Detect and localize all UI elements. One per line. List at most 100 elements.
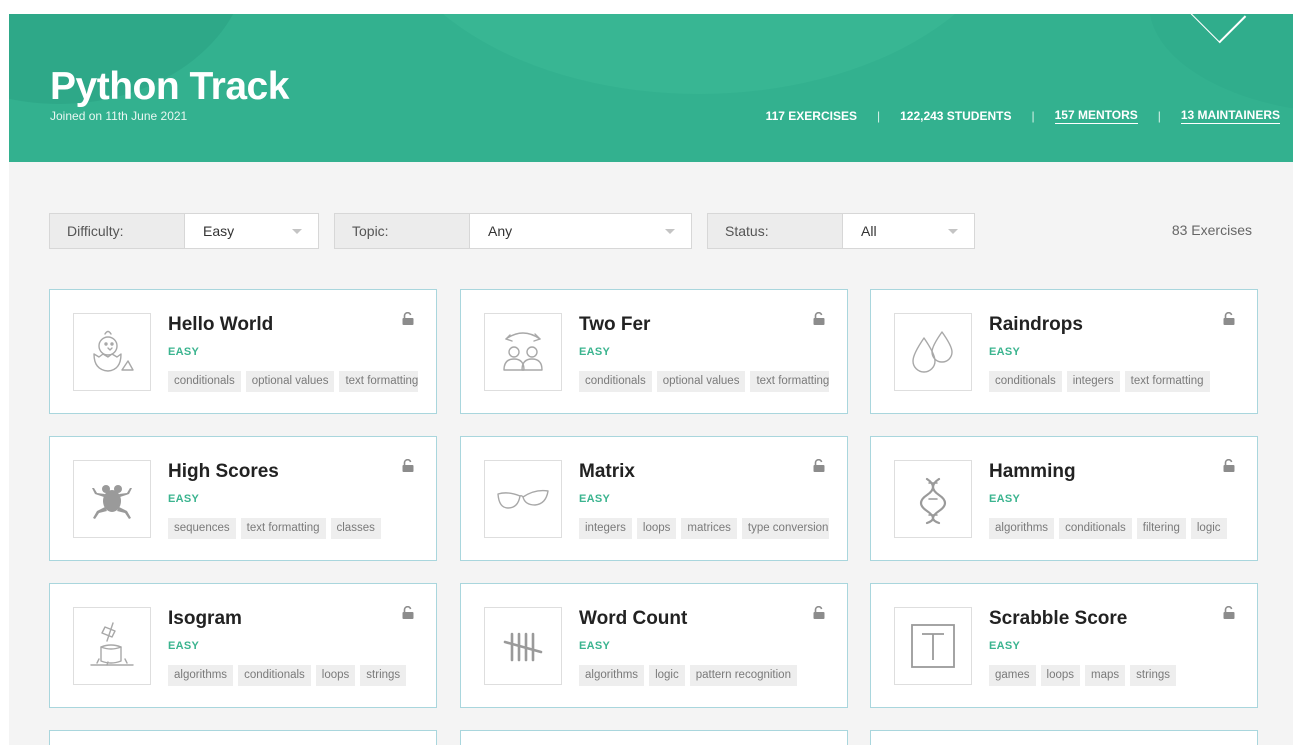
topic-tag: sequences [168, 518, 236, 539]
topic-tag: conditionals [1059, 518, 1132, 539]
topic-tag: conditionals [238, 665, 311, 686]
tag-list: algorithms conditionals filtering logic [989, 518, 1239, 540]
exercises-stat: 117 EXERCISES [765, 109, 857, 123]
difficulty-badge: EASY [989, 346, 1021, 358]
unlocked-padlock-icon [402, 311, 414, 330]
stat-separator: | [1031, 109, 1035, 123]
topic-select[interactable]: Any [470, 214, 691, 248]
exercise-card[interactable]: Two Fer EASY conditionals optional values… [460, 289, 848, 414]
status-filter-label: Status: [708, 214, 843, 248]
difficulty-filter-label: Difficulty: [50, 214, 185, 248]
topic-tag: optional values [656, 371, 746, 392]
maintainers-link[interactable]: 13 MAINTAINERS [1180, 108, 1280, 124]
topic-tag: loops [636, 518, 677, 539]
exercise-title: Isogram [168, 608, 242, 629]
chevron-down-icon [948, 228, 958, 234]
exercise-card[interactable]: Word Count EASY algorithms logic pattern r… [460, 583, 848, 708]
exercise-card[interactable]: Isogram EASY algorithms conditionals loops… [49, 583, 437, 708]
difficulty-badge: EASY [579, 493, 611, 505]
difficulty-badge: EASY [579, 640, 611, 652]
dna-icon [894, 460, 972, 538]
topic-tag: algorithms [989, 518, 1055, 539]
exercise-card[interactable]: Matrix EASY integers loops matrices type co… [460, 436, 848, 561]
unlocked-padlock-icon [1223, 458, 1235, 477]
exercise-count: 83 Exercises [1171, 222, 1252, 238]
difficulty-select-value: Easy [203, 223, 235, 239]
tag-list: integers loops matrices type conversion [579, 518, 829, 540]
tag-list: games loops maps strings [989, 665, 1239, 687]
unlocked-padlock-icon [402, 458, 414, 477]
joined-date: Joined on 11th June 2021 [50, 109, 188, 123]
exercise-card[interactable] [460, 730, 848, 745]
topic-tag: text formatting [339, 371, 418, 392]
exercise-card[interactable]: High Scores EASY sequences text formattin… [49, 436, 437, 561]
difficulty-badge: EASY [989, 493, 1021, 505]
topic-tag: type conversion [741, 518, 829, 539]
unlocked-padlock-icon [813, 605, 825, 624]
tag-list: conditionals optional values text formatti… [168, 371, 418, 393]
chick-icon [73, 313, 151, 391]
tag-list: algorithms logic pattern recognition [579, 665, 829, 687]
exercise-title: Hamming [989, 461, 1076, 482]
glasses-icon [484, 460, 562, 538]
exercise-title: High Scores [168, 461, 279, 482]
topic-tag: integers [579, 518, 632, 539]
exercise-title: Matrix [579, 461, 635, 482]
unlocked-padlock-icon [813, 458, 825, 477]
topic-tag: loops [315, 665, 356, 686]
difficulty-select[interactable]: Easy [185, 214, 318, 248]
tag-list: conditionals integers text formatting [989, 371, 1239, 393]
difficulty-badge: EASY [168, 640, 200, 652]
status-select[interactable]: All [843, 214, 974, 248]
topic-tag: conditionals [168, 371, 241, 392]
topic-tag: logic [649, 665, 685, 686]
stat-separator: | [876, 109, 881, 123]
topic-tag: pattern recognition [689, 665, 797, 686]
topic-tag: algorithms [168, 665, 234, 686]
track-page: Python Track Joined on 11th June 2021 11… [9, 14, 1293, 745]
mentors-link[interactable]: 157 MENTORS [1054, 108, 1138, 124]
chevron-down-icon [665, 228, 675, 234]
topic-tag: games [989, 665, 1036, 686]
topic-tag: strings [360, 665, 407, 686]
topic-tag: strings [1130, 665, 1177, 686]
topic-tag: loops [1040, 665, 1081, 686]
difficulty-badge: EASY [168, 346, 200, 358]
topic-tag: conditionals [579, 371, 652, 392]
page-title: Python Track [50, 65, 289, 108]
tally-marks-icon [484, 607, 562, 685]
tag-list: conditionals optional values text formatti… [579, 371, 829, 393]
raindrops-icon [894, 313, 972, 391]
topic-tag: conditionals [989, 371, 1062, 392]
axe-stump-icon [73, 607, 151, 685]
exercise-title: Word Count [579, 608, 688, 629]
tag-list: sequences text formatting classes [168, 518, 418, 540]
topic-tag: logic [1190, 518, 1227, 539]
difficulty-filter: Difficulty: Easy [49, 213, 319, 249]
topic-tag: classes [330, 518, 381, 539]
exercise-title: Two Fer [579, 314, 651, 335]
topic-tag: matrices [681, 518, 737, 539]
exercise-card[interactable]: Hamming EASY algorithms conditionals filte… [870, 436, 1258, 561]
exercise-title: Hello World [168, 314, 274, 335]
topic-tag: optional values [245, 371, 335, 392]
track-stats: 117 EXERCISES | 122,243 STUDENTS | 157 M… [766, 108, 1280, 124]
students-stat: 122,243 STUDENTS [900, 109, 1012, 123]
difficulty-badge: EASY [989, 640, 1021, 652]
difficulty-badge: EASY [168, 493, 200, 505]
exercise-card[interactable]: Scrabble Score EASY games loops maps string… [870, 583, 1258, 708]
topic-tag: maps [1085, 665, 1126, 686]
chevron-down-icon [292, 228, 302, 234]
topic-tag: text formatting [240, 518, 326, 539]
topic-tag: filtering [1136, 518, 1186, 539]
status-filter: Status: All [707, 213, 975, 249]
topic-tag: integers [1066, 371, 1120, 392]
topic-filter-label: Topic: [335, 214, 470, 248]
exercise-card[interactable]: Hello World EASY conditionals optional va… [49, 289, 437, 414]
exercise-card[interactable] [870, 730, 1258, 745]
status-select-value: All [861, 223, 877, 239]
exercise-title: Raindrops [989, 314, 1083, 335]
exercise-card[interactable] [49, 730, 437, 745]
difficulty-badge: EASY [579, 346, 611, 358]
exercise-card[interactable]: Raindrops EASY conditionals integers text … [870, 289, 1258, 414]
